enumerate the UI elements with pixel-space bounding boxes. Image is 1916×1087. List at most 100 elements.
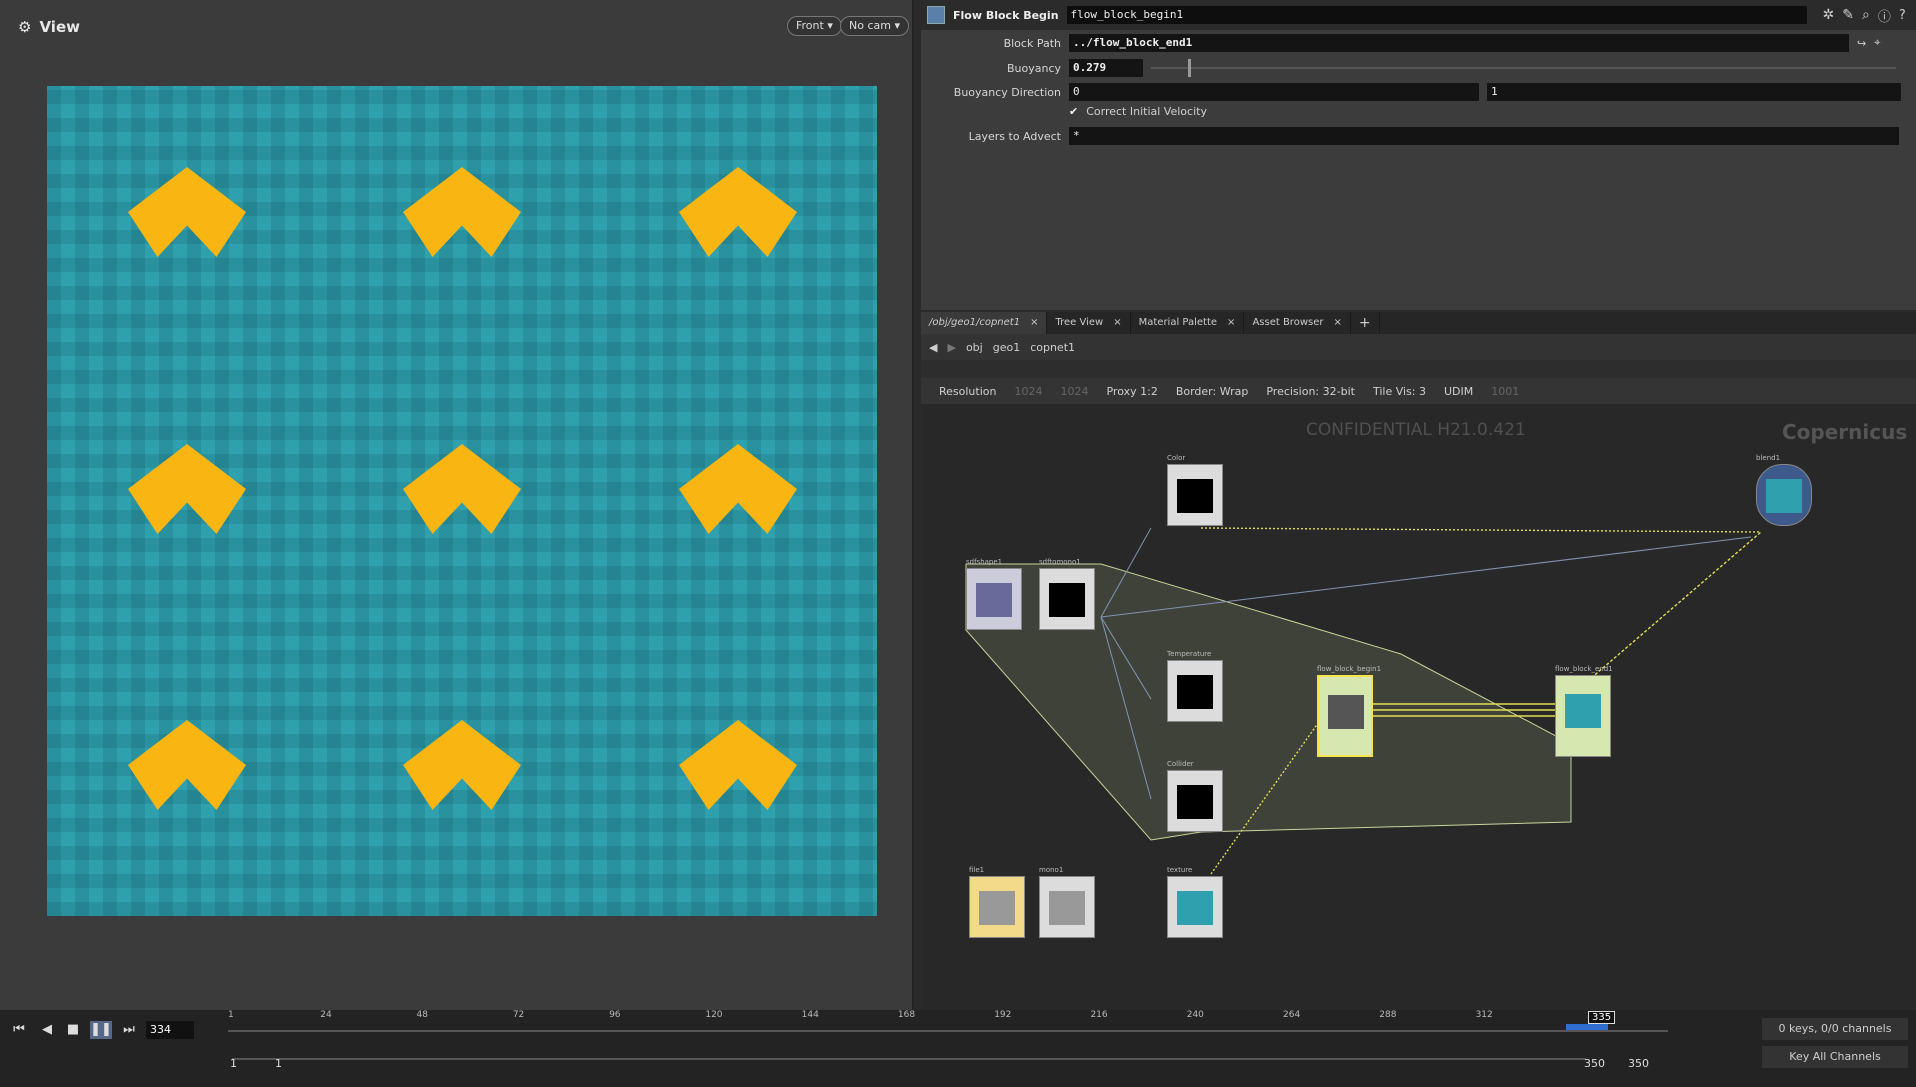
chevron-shape: [679, 444, 797, 534]
breadcrumb: ◀ ▶ obj geo1 copnet1: [921, 334, 1916, 360]
forward-icon[interactable]: ▶: [947, 341, 955, 354]
tick-label: 1: [228, 1010, 234, 1020]
timeline-ruler[interactable]: [228, 1030, 1668, 1032]
res-x-field[interactable]: 1024: [1014, 385, 1042, 398]
param-header: Flow Block Begin flow_block_begin1 ✲ ✎ ⌕…: [921, 0, 1916, 30]
close-icon: ×: [1333, 317, 1342, 328]
resolution-label: Resolution: [939, 384, 997, 398]
chevron-shape: [403, 444, 521, 534]
res-y-field[interactable]: 1024: [1060, 385, 1088, 398]
buoyancy-dir-x[interactable]: 0: [1069, 83, 1479, 101]
key-all-channels-button[interactable]: Key All Channels: [1762, 1046, 1908, 1068]
add-tab-icon[interactable]: +: [1351, 312, 1380, 334]
flow-block-begin-node[interactable]: [1317, 675, 1373, 757]
tab-copnet[interactable]: /obj/geo1/copnet1 ×: [921, 312, 1048, 334]
udim-field[interactable]: 1001: [1491, 385, 1519, 398]
sdftomono-node[interactable]: [1039, 568, 1095, 630]
breadcrumb-copnet1[interactable]: copnet1: [1030, 341, 1075, 354]
breadcrumb-geo1[interactable]: geo1: [993, 341, 1020, 354]
temperature-node[interactable]: [1167, 660, 1223, 722]
layers-field[interactable]: *: [1069, 127, 1899, 145]
buoyancy-label: Buoyancy: [1006, 61, 1061, 75]
play-back-icon[interactable]: ◀: [36, 1021, 58, 1039]
tab-tree-view[interactable]: Tree View ×: [1047, 312, 1131, 334]
buoyancy-direction-label: Buoyancy Direction: [953, 85, 1061, 99]
block-path-field[interactable]: ../flow_block_end1: [1069, 34, 1849, 52]
sdfshape-node[interactable]: [966, 568, 1022, 630]
texture-node[interactable]: [1167, 876, 1223, 938]
close-icon: ×: [1113, 317, 1122, 328]
close-icon: ×: [1227, 317, 1236, 328]
precision-menu[interactable]: Precision: 32-bit: [1266, 385, 1355, 398]
tick-label: 216: [1090, 1010, 1108, 1020]
collider-node[interactable]: [1167, 770, 1223, 832]
chevron-shape: [128, 720, 246, 810]
tab-material-palette[interactable]: Material Palette ×: [1131, 312, 1245, 334]
blend-node[interactable]: [1756, 464, 1812, 526]
udim-toggle[interactable]: UDIM: [1444, 385, 1473, 398]
end2-field[interactable]: 350: [1628, 1057, 1649, 1070]
jump-icon[interactable]: ↪: [1857, 37, 1866, 50]
end-field[interactable]: 350: [1584, 1057, 1605, 1070]
mono-node[interactable]: [1039, 876, 1095, 938]
tick-label: 144: [801, 1010, 819, 1020]
close-icon: ×: [1030, 317, 1039, 328]
slider-handle[interactable]: [1188, 59, 1192, 77]
jump-start-icon[interactable]: ⏮: [8, 1021, 30, 1039]
tick-label: 192: [994, 1010, 1012, 1020]
keys-status: 0 keys, 0/0 channels: [1762, 1018, 1908, 1040]
tick-label: 264: [1283, 1010, 1301, 1020]
node-type-label: Flow Block Begin: [953, 8, 1059, 22]
viewport-canvas[interactable]: [47, 86, 877, 916]
border-menu[interactable]: Border: Wrap: [1176, 385, 1249, 398]
tick-label: 288: [1379, 1010, 1397, 1020]
tick-label: 168: [897, 1010, 916, 1020]
search-icon[interactable]: ⌕: [1862, 7, 1870, 23]
current-frame-marker[interactable]: 335: [1588, 1011, 1616, 1024]
timeline: [0, 1010, 1916, 1087]
chevron-shape: [679, 167, 797, 257]
pause-icon[interactable]: ❚❚: [90, 1021, 112, 1039]
tab-bar: /obj/geo1/copnet1 × Tree View × Material P…: [921, 312, 1916, 334]
range-slider[interactable]: [232, 1058, 1586, 1060]
node-name-field[interactable]: flow_block_begin1: [1066, 6, 1807, 24]
brush-icon[interactable]: ✎: [1842, 7, 1854, 23]
checkbox-checked-icon[interactable]: ✔: [1069, 105, 1078, 118]
chevron-shape: [128, 167, 246, 257]
stop-icon[interactable]: ■: [62, 1021, 84, 1039]
tick-label: 48: [416, 1010, 428, 1020]
back-icon[interactable]: ◀: [929, 341, 937, 354]
flow-block-end-node[interactable]: [1555, 675, 1611, 757]
frame-input[interactable]: 334: [146, 1021, 194, 1039]
block-path-label: Block Path: [1003, 36, 1061, 50]
network-canvas[interactable]: CONFIDENTIAL H21.0.421 Copernicus sdfsha…: [921, 404, 1916, 1010]
view-menu[interactable]: Front ▾: [787, 16, 842, 36]
buoyancy-field[interactable]: 0.279: [1069, 59, 1143, 77]
proxy-toggle[interactable]: Proxy 1:2: [1106, 385, 1157, 398]
pick-icon[interactable]: ⌖: [1874, 36, 1880, 50]
buoyancy-slider[interactable]: [1151, 59, 1896, 77]
view-icon: ⚙: [18, 18, 32, 36]
help-icon[interactable]: ?: [1899, 8, 1906, 23]
gear-icon[interactable]: ✲: [1823, 7, 1835, 23]
jump-end-icon[interactable]: ⏭: [118, 1021, 140, 1039]
cam-menu[interactable]: No cam ▾: [840, 16, 909, 36]
correct-velocity-label: Correct Initial Velocity: [1086, 105, 1207, 118]
buoyancy-dir-y[interactable]: 1: [1487, 83, 1901, 101]
tick-label: 24: [320, 1010, 332, 1020]
tick-label: 96: [609, 1010, 621, 1020]
info-icon[interactable]: ⓘ: [1878, 6, 1891, 25]
start-field[interactable]: 1: [230, 1057, 237, 1070]
parameter-pane: Flow Block Begin flow_block_begin1 ✲ ✎ ⌕…: [921, 0, 1916, 310]
tick-label: 120: [705, 1010, 723, 1020]
tile-vis-toggle[interactable]: Tile Vis: 3: [1373, 385, 1426, 398]
file-node[interactable]: [969, 876, 1025, 938]
start2-field[interactable]: 1: [275, 1057, 282, 1070]
network-options: Resolution 1024 1024 Proxy 1:2 Border: W…: [921, 378, 1916, 404]
tab-asset-browser[interactable]: Asset Browser ×: [1244, 312, 1351, 334]
view-title: ⚙ View: [18, 18, 80, 36]
color-node[interactable]: [1167, 464, 1223, 526]
breadcrumb-obj[interactable]: obj: [966, 341, 983, 354]
tick-label: 240: [1186, 1010, 1204, 1020]
network-pane: /obj/geo1/copnet1 × Tree View × Material P…: [921, 312, 1916, 1010]
